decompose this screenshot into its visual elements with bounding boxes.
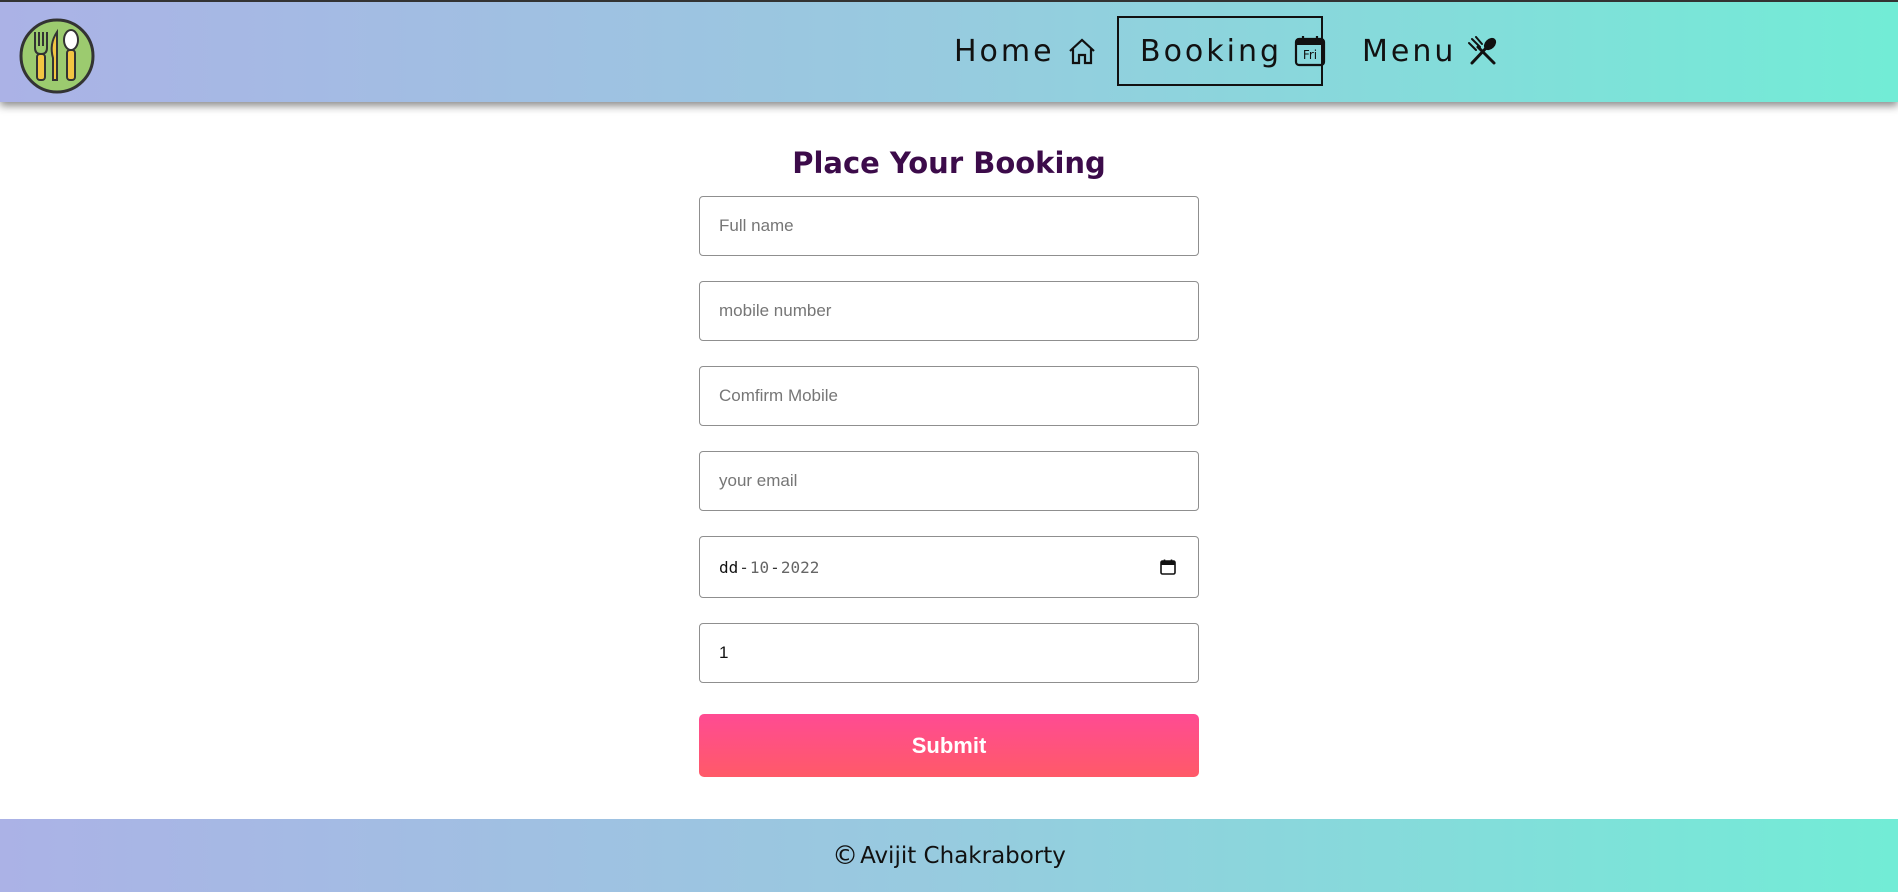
date-month[interactable]: 10: [750, 558, 769, 577]
nav-booking[interactable]: Booking Fri: [1117, 16, 1326, 86]
date-picker-icon[interactable]: [1160, 559, 1176, 579]
date-separator: -: [770, 557, 780, 577]
nav-menu-label: Menu: [1362, 33, 1457, 69]
footer-bar: © Avijit Chakraborty: [0, 819, 1898, 892]
confirm-mobile-field[interactable]: [699, 366, 1199, 426]
date-year[interactable]: 2022: [781, 558, 820, 577]
mobile-number-field[interactable]: [699, 281, 1199, 341]
email-field[interactable]: [699, 451, 1199, 511]
cutlery-plate-icon[interactable]: [18, 18, 96, 94]
guests-value: 1: [719, 643, 729, 662]
nav-home[interactable]: Home: [954, 16, 1095, 86]
home-icon: [1067, 36, 1097, 66]
nav-booking-label: Booking: [1140, 33, 1283, 69]
header-bar: Home Booking Fri Menu: [0, 0, 1898, 102]
calendar-icon: Fri: [1294, 35, 1326, 67]
calendar-day-text: Fri: [1303, 48, 1317, 62]
date-separator: -: [739, 557, 749, 577]
copyright-symbol: ©: [832, 840, 859, 871]
page-title: Place Your Booking: [792, 146, 1106, 180]
fork-spoon-icon: [1468, 36, 1498, 66]
date-day[interactable]: dd: [719, 558, 738, 577]
submit-button[interactable]: Submit: [699, 714, 1199, 777]
footer-author: Avijit Chakraborty: [860, 842, 1066, 869]
guests-field[interactable]: 1: [699, 623, 1199, 683]
nav-menu[interactable]: Menu: [1362, 16, 1497, 86]
full-name-field[interactable]: [699, 196, 1199, 256]
nav-home-label: Home: [954, 33, 1055, 69]
date-field[interactable]: dd - 10 - 2022: [699, 536, 1199, 598]
